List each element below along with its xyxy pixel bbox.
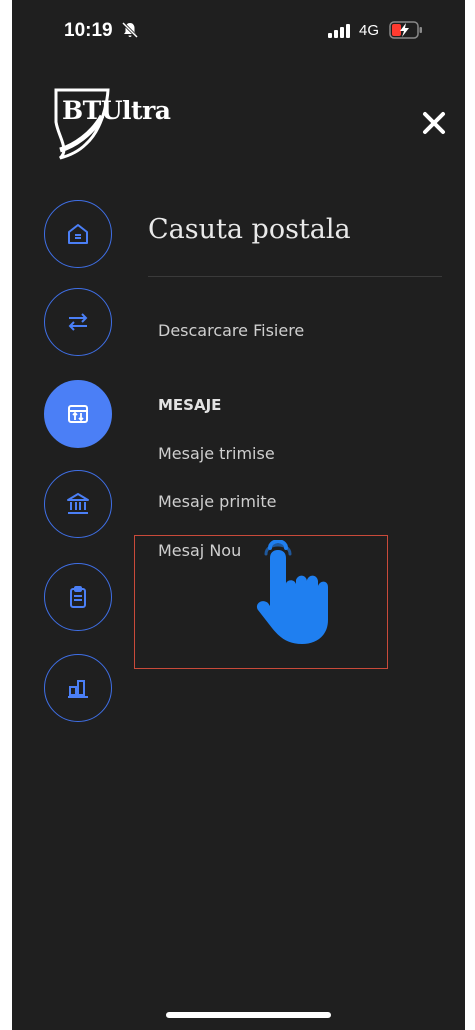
menu-item-mesaje-primite[interactable]: Mesaje primite [158,492,277,511]
app-screen: 10:19 4G BTUltra Casuta postala Descarca… [12,0,465,1030]
status-time: 10:19 [64,20,113,41]
mailbox-icon [68,405,88,423]
bell-slash-icon [121,21,139,39]
bank-icon [67,493,89,514]
nav-clipboard-button[interactable] [44,563,112,631]
battery-charging-icon [389,21,422,39]
title-divider [148,276,442,277]
signal-icon [328,24,350,38]
page-title: Casuta postala [148,214,351,245]
section-heading-mesaje: MESAJE [158,396,222,414]
nav-transfer-button[interactable] [44,288,112,356]
transfer-icon [68,313,88,331]
chart-icon [68,680,88,698]
home-icon [68,224,88,244]
home-indicator [166,1012,331,1018]
network-type: 4G [359,22,380,39]
logo-text: BTUltra [62,96,171,125]
nav-mailbox-button[interactable] [44,380,112,448]
menu-item-mesaje-trimise[interactable]: Mesaje trimise [158,444,275,463]
menu-item-descarcare-fisiere[interactable]: Descarcare Fisiere [158,321,304,340]
close-icon[interactable] [421,110,447,136]
tap-hand-icon [256,540,328,644]
nav-home-button[interactable] [44,200,112,268]
nav-chart-button[interactable] [44,654,112,722]
nav-bank-button[interactable] [44,470,112,538]
clipboard-icon [70,586,86,608]
